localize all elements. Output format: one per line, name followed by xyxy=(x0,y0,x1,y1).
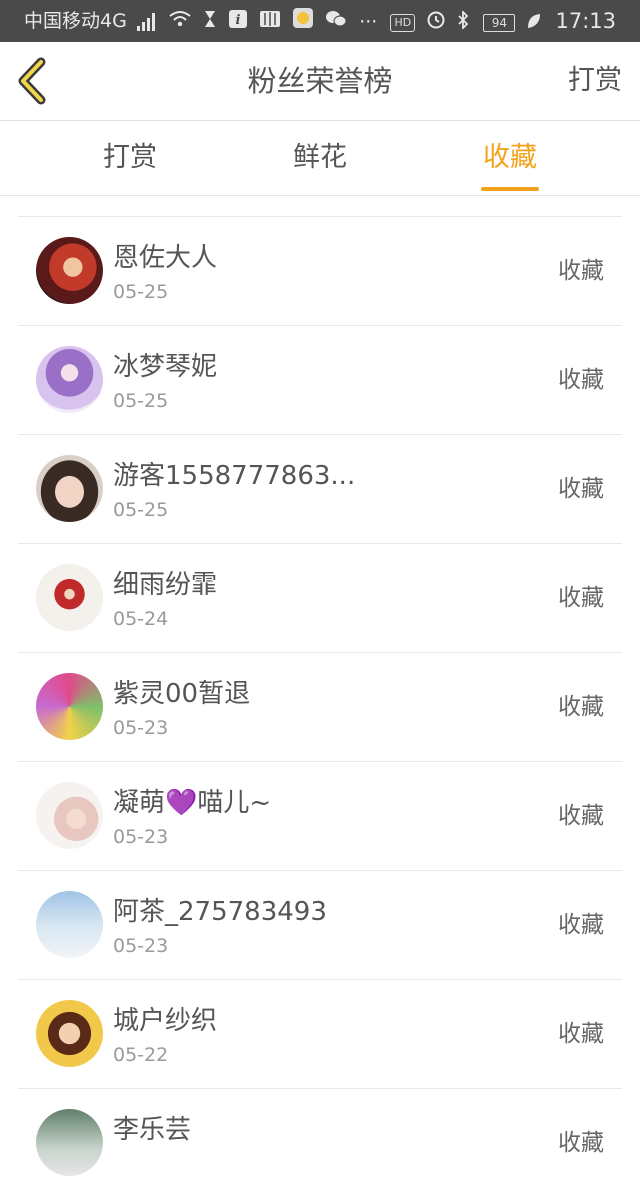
clock: 17:13 xyxy=(555,9,616,33)
more-notifications-icon: ··· xyxy=(359,10,378,33)
fan-action: 收藏 xyxy=(558,258,604,284)
tab-tip[interactable]: 打赏 xyxy=(60,121,200,195)
fan-action: 收藏 xyxy=(558,476,604,502)
list-item[interactable]: 细雨纷霏 05-24 收藏 xyxy=(18,543,622,652)
wechat-icon xyxy=(325,1,347,43)
tab-favorites-label: 收藏 xyxy=(483,142,537,173)
avatar xyxy=(36,237,103,304)
fan-action: 收藏 xyxy=(558,585,604,611)
list-item[interactable]: 凝萌💜喵儿~ 05-23 收藏 xyxy=(18,761,622,870)
fan-name: 紫灵00暂退 xyxy=(113,679,251,709)
fan-name: 细雨纷霏 xyxy=(113,570,218,600)
avatar xyxy=(36,346,103,413)
list-item[interactable]: 恩佐大人 05-25 收藏 xyxy=(18,216,622,325)
fan-date: 05-23 xyxy=(113,717,169,739)
svg-text:i: i xyxy=(236,13,241,28)
list-item[interactable]: 冰梦琴妮 05-25 收藏 xyxy=(18,325,622,434)
list-item[interactable]: 阿茶_275783493 05-23 收藏 xyxy=(18,870,622,979)
fan-date: 05-24 xyxy=(113,608,169,630)
leaf-icon xyxy=(527,2,541,44)
fan-action: 收藏 xyxy=(558,1021,604,1047)
avatar xyxy=(36,564,103,631)
page-title: 粉丝荣誉榜 xyxy=(247,64,393,98)
status-left: 中国移动4G i ··· xyxy=(24,0,377,43)
avatar xyxy=(36,1000,103,1067)
fan-date: 05-25 xyxy=(113,499,169,521)
fan-date: 05-23 xyxy=(113,935,169,957)
fan-action: 收藏 xyxy=(558,803,604,829)
avatar xyxy=(36,455,103,522)
book-app-icon xyxy=(259,1,281,43)
active-tab-indicator xyxy=(481,187,539,191)
fan-name: 阿茶_275783493 xyxy=(113,897,327,927)
fan-action: 收藏 xyxy=(558,912,604,938)
fan-name: 李乐芸 xyxy=(113,1115,192,1145)
list-item[interactable]: 紫灵00暂退 05-23 收藏 xyxy=(18,652,622,761)
fan-date: 05-25 xyxy=(113,390,169,412)
tip-button[interactable]: 打赏 xyxy=(568,42,622,120)
tab-favorites[interactable]: 收藏 xyxy=(440,121,580,195)
fan-action: 收藏 xyxy=(558,1130,604,1156)
list-item[interactable]: 游客1558777863... 05-25 收藏 xyxy=(18,434,622,543)
fan-date: 05-25 xyxy=(113,281,169,303)
fan-name: 凝萌💜喵儿~ xyxy=(113,788,272,818)
fan-name: 游客1558777863... xyxy=(113,461,356,491)
avatar xyxy=(36,782,103,849)
wifi-icon xyxy=(169,1,191,43)
fan-action: 收藏 xyxy=(558,367,604,393)
fan-list: 恩佐大人 05-25 收藏 冰梦琴妮 05-25 收藏 游客1558777863… xyxy=(18,216,622,1197)
tab-flowers[interactable]: 鲜花 xyxy=(250,121,390,195)
bluetooth-icon xyxy=(457,2,469,44)
fan-date: 05-22 xyxy=(113,1044,169,1066)
battery-level: 94 xyxy=(483,13,516,32)
info-app-icon: i xyxy=(229,1,247,43)
avatar xyxy=(36,1109,103,1176)
fan-name: 城户纱织 xyxy=(113,1006,218,1036)
carrier-label: 中国移动4G xyxy=(24,10,127,32)
avatar xyxy=(36,891,103,958)
signal-icon xyxy=(136,12,157,31)
avatar xyxy=(36,673,103,740)
reader-app-icon xyxy=(293,1,314,43)
list-item[interactable]: 城户纱织 05-22 收藏 xyxy=(18,979,622,1088)
tab-bar: 打赏 鲜花 收藏 xyxy=(0,121,640,196)
alarm-icon xyxy=(427,2,445,44)
fan-name: 冰梦琴妮 xyxy=(113,352,218,382)
fan-name: 恩佐大人 xyxy=(113,243,218,273)
list-item[interactable]: 李乐芸 收藏 xyxy=(18,1088,622,1197)
navigation-bar: 粉丝荣誉榜 打赏 xyxy=(0,42,640,121)
fan-date: 05-23 xyxy=(113,826,169,848)
status-bar: 中国移动4G i ··· HD 94 17:13 xyxy=(0,0,640,42)
status-right: HD 94 17:13 xyxy=(382,0,616,44)
hd-badge: HD xyxy=(390,13,416,32)
fan-action: 收藏 xyxy=(558,694,604,720)
hourglass-icon xyxy=(203,1,217,43)
